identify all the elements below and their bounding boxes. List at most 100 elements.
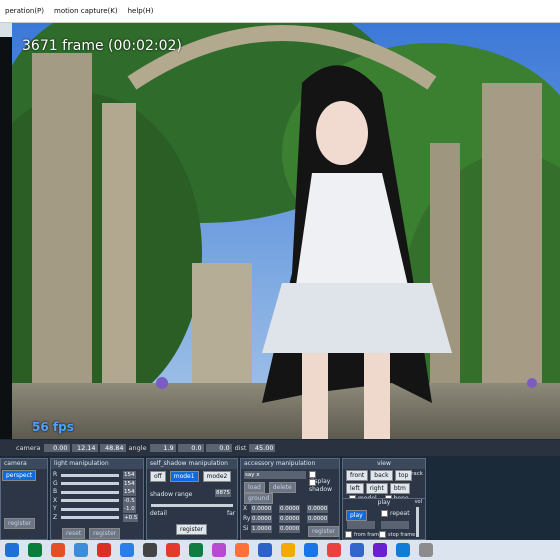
self-shadow-panel: self_shadow manipulation off mode1 mode2… xyxy=(146,458,238,540)
volume-slider[interactable] xyxy=(416,507,419,537)
light-y-slider[interactable] xyxy=(61,508,119,511)
taskbar-app-icon[interactable] xyxy=(373,543,387,557)
light-z-slider[interactable] xyxy=(61,516,119,519)
light-b-slider[interactable] xyxy=(61,491,119,494)
camera-y-field[interactable]: 12.14 xyxy=(71,444,98,452)
light-r-value[interactable]: 154 xyxy=(123,471,136,479)
coord-si-1[interactable]: 1.0000 xyxy=(251,525,273,533)
light-z-value[interactable]: +0.5 xyxy=(123,514,139,522)
taskbar-app-icon[interactable] xyxy=(235,543,249,557)
stop-frame-field[interactable] xyxy=(381,521,409,529)
view-btm-button[interactable]: btm xyxy=(389,483,410,494)
shadow-mode2-button[interactable]: mode2 xyxy=(202,471,232,482)
shadow-mode1-button[interactable]: mode1 xyxy=(169,471,199,482)
taskbar-app-icon[interactable] xyxy=(212,543,226,557)
taskbar-app-icon[interactable] xyxy=(189,543,203,557)
stop-frame-checkbox[interactable] xyxy=(379,531,386,538)
dist-field[interactable]: 45.00 xyxy=(249,444,276,452)
taskbar-app-icon[interactable] xyxy=(5,543,19,557)
menu-item-operation[interactable]: peration(P) xyxy=(0,7,49,15)
fps-label: 56 fps xyxy=(32,420,74,434)
light-y-value[interactable]: -1.0 xyxy=(123,505,136,513)
taskbar-app-icon[interactable] xyxy=(143,543,157,557)
taskbar-app-icon[interactable] xyxy=(28,543,42,557)
accessory-dropdown[interactable]: say x xyxy=(244,471,306,479)
light-g-label: G xyxy=(53,479,58,487)
camera-panel: camera perspect register xyxy=(0,458,48,540)
taskbar-app-icon[interactable] xyxy=(419,543,433,557)
taskbar-app-icon[interactable] xyxy=(120,543,134,557)
coord-si-label: Si xyxy=(243,525,249,532)
play-button[interactable]: play xyxy=(346,510,367,521)
view-track-button[interactable]: track xyxy=(409,471,423,477)
left-toolbar-box xyxy=(0,23,12,37)
play-panel: play play repeat from frame stop frame v… xyxy=(342,498,426,540)
accessory-register-button[interactable]: register xyxy=(308,526,340,537)
accessory-ground-button[interactable]: ground xyxy=(244,493,274,504)
taskbar-app-icon[interactable] xyxy=(281,543,295,557)
taskbar-app-icon[interactable] xyxy=(304,543,318,557)
angle-z-field[interactable]: 0.0 xyxy=(205,444,232,452)
coord-ry-1[interactable]: 0.0000 xyxy=(251,515,273,523)
camera-x-field[interactable]: 0.00 xyxy=(43,444,70,452)
accessory-panel-title: accessory manipulation xyxy=(241,459,339,469)
light-register-button[interactable]: register xyxy=(89,528,121,539)
camera-label: camera xyxy=(16,444,41,452)
shadow-range-value[interactable]: 8875 xyxy=(215,489,231,497)
angle-x-field[interactable]: 1.9 xyxy=(149,444,176,452)
coord-si-2[interactable]: 0.0000 xyxy=(279,525,301,533)
light-z-label: Z xyxy=(53,513,58,521)
light-x-slider[interactable] xyxy=(61,499,119,502)
menu-item-help[interactable]: help(H) xyxy=(123,7,159,15)
from-frame-field[interactable] xyxy=(347,521,375,529)
repeat-checkbox[interactable] xyxy=(381,510,388,517)
light-reset-button[interactable]: reset xyxy=(62,528,86,539)
taskbar-app-icon[interactable] xyxy=(258,543,272,557)
dist-label: dist xyxy=(234,444,247,452)
light-g-slider[interactable] xyxy=(61,482,119,485)
taskbar-app-icon[interactable] xyxy=(166,543,180,557)
shadow-detail-label: detail xyxy=(150,510,167,517)
coord-ry-label: Ry xyxy=(243,515,251,522)
render-viewport[interactable] xyxy=(12,23,560,439)
shadow-register-button[interactable]: register xyxy=(176,524,208,535)
angle-y-field[interactable]: 0.0 xyxy=(177,444,204,452)
vol-label: vol xyxy=(414,499,422,505)
taskbar-app-icon[interactable] xyxy=(350,543,364,557)
view-right-button[interactable]: right xyxy=(365,483,388,494)
shadow-range-slider[interactable] xyxy=(151,504,233,507)
shadow-label: shadow xyxy=(309,486,332,493)
coord-ry-2[interactable]: 0.0000 xyxy=(279,515,301,523)
taskbar-app-icon[interactable] xyxy=(51,543,65,557)
light-x-label: X xyxy=(53,496,58,504)
view-panel-title: view xyxy=(343,459,425,469)
menu-item-motion-capture[interactable]: motion capture(K) xyxy=(49,7,123,15)
coord-x-2[interactable]: 0.0000 xyxy=(279,505,301,513)
taskbar-app-icon[interactable] xyxy=(396,543,410,557)
view-back-button[interactable]: back xyxy=(370,470,393,481)
camera-register-button[interactable]: register xyxy=(4,518,36,529)
shadow-checkbox[interactable] xyxy=(309,479,316,486)
from-frame-label: from frame xyxy=(354,532,383,538)
display-checkbox[interactable] xyxy=(309,471,316,478)
taskbar-app-icon[interactable] xyxy=(74,543,88,557)
light-b-label: B xyxy=(53,488,58,495)
light-panel-title: light manipulation xyxy=(51,459,143,469)
coord-x-3[interactable]: 0.0000 xyxy=(307,505,329,513)
play-panel-title: play xyxy=(377,499,391,506)
perspect-button[interactable]: perspect xyxy=(2,470,37,481)
from-frame-checkbox[interactable] xyxy=(345,531,352,538)
view-front-button[interactable]: front xyxy=(346,470,369,481)
light-b-value[interactable]: 154 xyxy=(123,488,136,496)
coord-x-1[interactable]: 0.0000 xyxy=(251,505,273,513)
taskbar-app-icon[interactable] xyxy=(327,543,341,557)
shadow-range-label: shadow range xyxy=(150,491,193,498)
taskbar-app-icon[interactable] xyxy=(97,543,111,557)
light-g-value[interactable]: 154 xyxy=(123,480,136,488)
view-left-button[interactable]: left xyxy=(346,483,364,494)
camera-z-field[interactable]: 48.84 xyxy=(99,444,126,452)
light-x-value[interactable]: -0.5 xyxy=(123,497,136,505)
shadow-off-button[interactable]: off xyxy=(150,471,166,482)
light-r-slider[interactable] xyxy=(61,474,119,477)
coord-ry-3[interactable]: 0.0000 xyxy=(307,515,329,523)
